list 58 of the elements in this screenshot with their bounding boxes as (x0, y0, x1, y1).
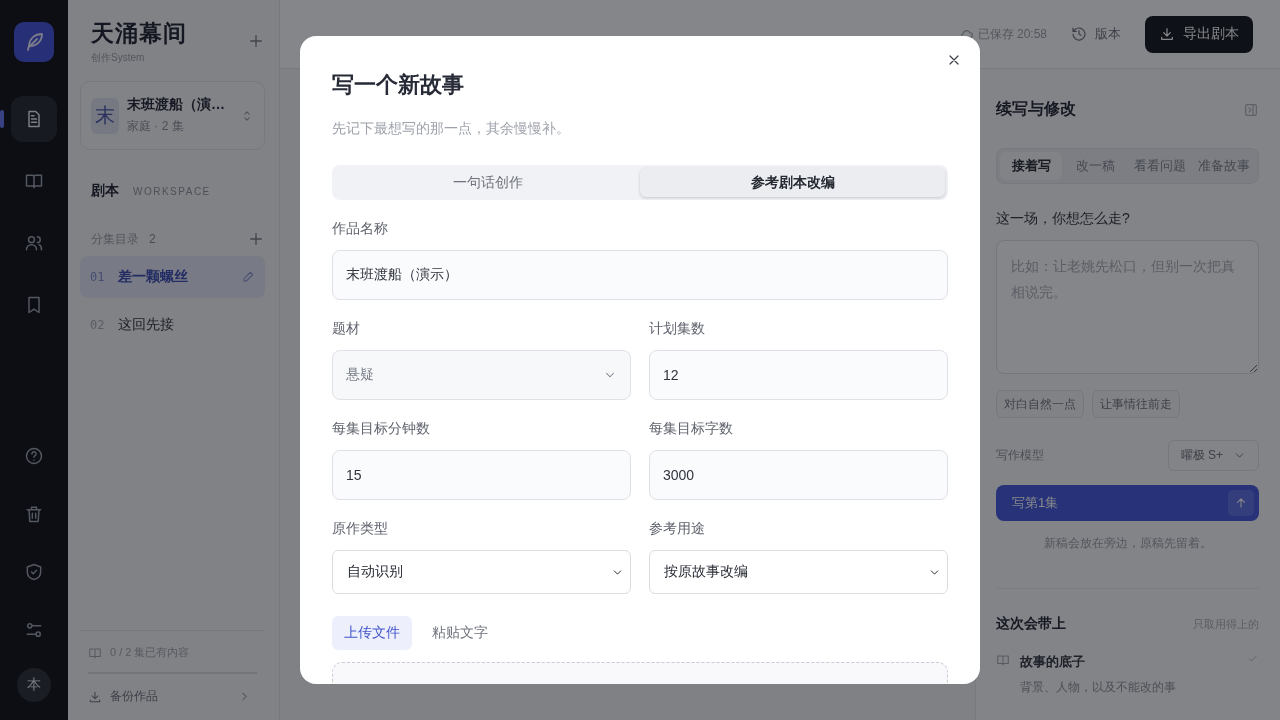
book-icon (996, 653, 1010, 667)
add-button[interactable] (247, 230, 265, 248)
add-button[interactable] (247, 32, 265, 50)
sliders-icon (24, 620, 44, 640)
context-title: 这次会带上 (996, 615, 1066, 633)
avatar[interactable]: 本 (17, 668, 51, 702)
field-label: 每集目标字数 (649, 420, 734, 438)
history-icon (1071, 26, 1087, 42)
shield-icon (24, 562, 44, 582)
source-tab[interactable]: 粘贴文字 (420, 616, 500, 650)
people-icon (24, 233, 44, 253)
episodes-count: 2 (149, 232, 156, 246)
tab[interactable]: 接着写 (1000, 152, 1063, 180)
export-button[interactable]: 导出剧本 (1145, 15, 1253, 53)
suggestion-chip[interactable]: 让事情往前走 (1092, 390, 1180, 418)
dialog-subtitle: 先记下最想写的那一点，其余慢慢补。 (332, 120, 571, 138)
logo-icon[interactable] (14, 22, 54, 62)
field-label: 题材 (332, 320, 361, 338)
field-label: 每集目标分钟数 (332, 420, 431, 438)
panel-title: 续写与修改 (996, 99, 1076, 119)
versions-button[interactable]: 版本 (1065, 24, 1127, 44)
arrow-up-icon (1234, 496, 1248, 510)
help-icon (24, 446, 44, 466)
dropdown[interactable]: 自动识别 (332, 550, 631, 594)
section-title: 剧本 (91, 182, 119, 200)
project-initial: 末 (91, 97, 119, 134)
field-label: 计划集数 (649, 320, 706, 338)
field-label: 参考用途 (649, 520, 706, 538)
prompt-label: 这一场，你想怎么走? (996, 210, 1131, 228)
source-tab[interactable]: 上传文件 (332, 616, 412, 650)
active-indicator (0, 110, 4, 128)
write-button[interactable]: 写第1集 (996, 485, 1259, 521)
text-field[interactable]: 末班渡船（演示） (332, 250, 948, 300)
pencil-icon (241, 270, 255, 284)
mode-tab[interactable]: 参考剧本改编 (640, 168, 945, 197)
book-icon (88, 645, 102, 660)
download-icon (1159, 26, 1175, 42)
model-dropdown[interactable]: 曜极 S+ (1167, 440, 1259, 471)
context-item-title: 故事的底子 (1020, 653, 1086, 671)
text-field[interactable]: 12 (649, 350, 948, 400)
dropdown[interactable]: 悬疑 (332, 350, 631, 400)
text-field[interactable]: 15 (332, 450, 631, 500)
collapse-panel-icon (1243, 101, 1259, 118)
text-field[interactable]: 3000 (649, 450, 948, 500)
backup-button[interactable]: 备份作品 (88, 674, 257, 706)
app-name: 天涌幕间 (91, 19, 187, 48)
plus-icon (247, 230, 265, 248)
book-icon (24, 171, 44, 191)
field-label: 原作类型 (332, 520, 389, 538)
trash-icon (24, 504, 44, 524)
project-title: 末班渡船（演… (127, 96, 226, 114)
dropdown[interactable]: 按原故事改编 (649, 550, 948, 594)
plus-icon (247, 32, 265, 50)
field-label: 作品名称 (332, 220, 389, 238)
nav-button[interactable] (11, 96, 57, 142)
dialog-title: 写一个新故事 (332, 71, 465, 99)
download-icon (88, 689, 102, 704)
mode-tab[interactable]: 一句话创作 (335, 168, 640, 197)
